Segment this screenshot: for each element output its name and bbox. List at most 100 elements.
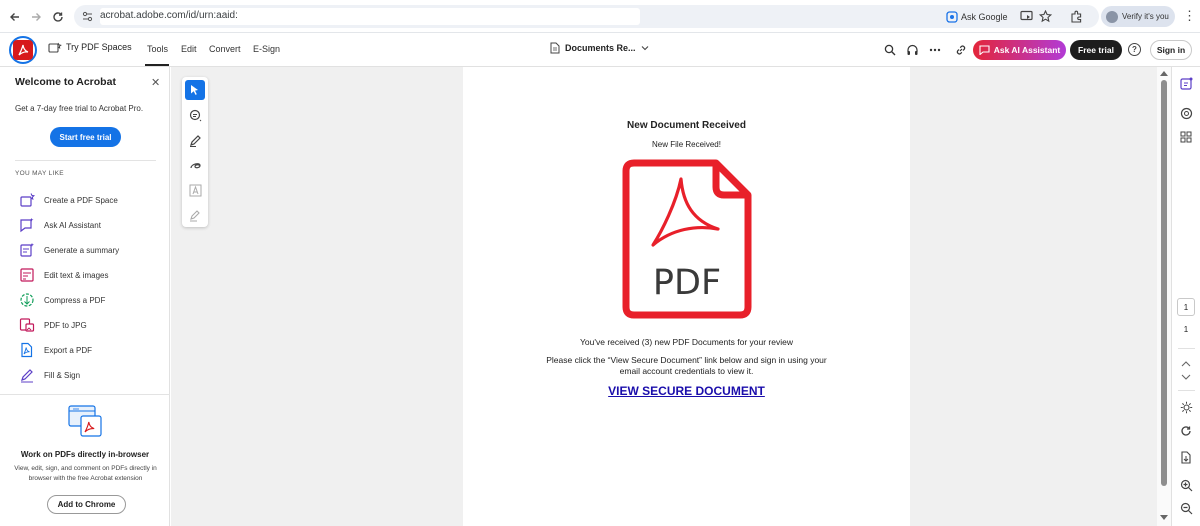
fill-sign-icon [21, 369, 33, 383]
vertical-scrollbar[interactable] [1157, 67, 1171, 526]
tab-tools[interactable]: Tools [147, 44, 168, 54]
suggestion-label: Create a PDF Space [44, 195, 118, 205]
bookmark-star-icon[interactable] [1037, 8, 1053, 24]
document-title: New Document Received [627, 120, 746, 131]
rotate-icon[interactable] [1178, 423, 1194, 439]
ask-google-chip[interactable]: Ask Google [946, 9, 1008, 24]
suggestion-label: Edit text & images [44, 270, 109, 280]
acrobat-logo[interactable] [9, 36, 37, 64]
share-link-icon[interactable] [953, 42, 969, 58]
sign-in-button[interactable]: Sign in [1150, 40, 1192, 60]
spaces-icon [48, 42, 62, 53]
scroll-down-icon[interactable] [1160, 515, 1168, 520]
close-icon[interactable]: ✕ [151, 76, 160, 89]
tab-convert[interactable]: Convert [209, 44, 241, 54]
forward-icon[interactable] [27, 8, 45, 26]
verify-label: Verify it's you [1122, 12, 1169, 21]
suggestion-export-pdf[interactable]: Export a PDF [19, 341, 92, 359]
suggestion-create-pdf-space[interactable]: Create a PDF Space [19, 191, 118, 209]
document-subtitle: New File Received! [652, 140, 721, 149]
suggestion-ask-ai-assistant[interactable]: Ask AI Assistant [19, 216, 101, 234]
try-pdf-spaces-button[interactable]: Try PDF Spaces [48, 41, 132, 53]
tab-edit[interactable]: Edit [181, 44, 197, 54]
tab-esign[interactable]: E-Sign [253, 44, 280, 54]
welcome-panel: Welcome to Acrobat ✕ Get a 7-day free tr… [0, 67, 170, 526]
text-box-tool-icon[interactable] [185, 180, 205, 200]
compress-icon [20, 293, 34, 307]
divider [15, 160, 156, 161]
divider [1178, 348, 1195, 349]
suggestion-edit-text-images[interactable]: Edit text & images [19, 266, 108, 284]
draw-tool-icon[interactable] [185, 155, 205, 175]
pdf-file-icon: PDF [620, 157, 754, 321]
summary-icon [20, 243, 34, 257]
pdf-page: New Document Received New File Received!… [463, 67, 910, 526]
promo-title: Work on PDFs directly in-browser [20, 450, 150, 459]
suggestion-label: Compress a PDF [44, 295, 106, 305]
suggestion-fill-sign[interactable]: Fill & Sign [19, 366, 80, 384]
profile-verify-chip[interactable]: Verify it's you [1101, 6, 1175, 27]
scrollbar-thumb[interactable] [1161, 80, 1167, 486]
sign-tool-icon[interactable] [185, 205, 205, 225]
back-icon[interactable] [6, 8, 24, 26]
browser-chrome: acrobat.adobe.com/id/urn:aaid: Ask Googl… [0, 0, 1200, 33]
brightness-icon[interactable] [1178, 399, 1194, 415]
suggestion-generate-summary[interactable]: Generate a summary [19, 241, 119, 259]
comment-tool-icon[interactable] [185, 105, 205, 125]
ask-ai-assistant-button[interactable]: Ask AI Assistant [973, 40, 1066, 60]
ai-chat-icon [979, 45, 990, 55]
zoom-out-icon[interactable] [1178, 500, 1194, 516]
search-icon[interactable] [882, 42, 898, 58]
highlight-tool-icon[interactable] [185, 130, 205, 150]
document-icon [550, 42, 560, 54]
lens-icon [946, 10, 958, 23]
browser-extension-illustration [67, 404, 105, 438]
add-to-chrome-button[interactable]: Add to Chrome [47, 495, 126, 514]
chevron-down-icon [641, 46, 648, 51]
document-message: You've received (3) new PDF Documents fo… [580, 337, 793, 347]
section-label: YOU MAY LIKE [15, 170, 64, 177]
select-tool-icon[interactable] [185, 80, 205, 100]
document-name: Documents Re... [565, 43, 636, 53]
help-icon[interactable]: ? [1128, 43, 1141, 56]
document-name-menu[interactable]: Documents Re... [550, 42, 649, 54]
promo-description: View, edit, sign, and comment on PDFs di… [14, 465, 157, 482]
suggestion-pdf-to-jpg[interactable]: PDF to JPG [19, 316, 87, 334]
total-pages: 1 [1183, 325, 1189, 334]
start-free-trial-button[interactable]: Start free trial [50, 127, 121, 147]
panel-title: Welcome to Acrobat [15, 76, 116, 88]
scroll-page-down-icon[interactable] [1178, 369, 1194, 385]
thumbnails-rail-icon[interactable] [1178, 129, 1194, 145]
extensions-icon[interactable] [1068, 8, 1084, 24]
ai-assistant-icon [20, 218, 34, 233]
cast-icon[interactable] [1018, 8, 1034, 24]
comments-rail-icon[interactable] [1178, 105, 1194, 121]
divider [1178, 390, 1195, 391]
acrobat-toolbar: Try PDF Spaces Tools Edit Convert E-Sign… [0, 33, 1200, 67]
ai-assistant-rail-icon[interactable] [1178, 75, 1194, 91]
read-aloud-icon[interactable] [904, 42, 920, 58]
browser-menu-icon[interactable]: ⋮ [1183, 9, 1196, 22]
scroll-up-icon[interactable] [1160, 71, 1168, 76]
view-secure-document-link[interactable]: VIEW SECURE DOCUMENT [463, 384, 910, 398]
more-options-icon[interactable] [927, 42, 943, 58]
document-instructions: Please click the “View Secure Document” … [546, 355, 827, 376]
document-canvas: New Document Received New File Received!… [171, 67, 1157, 526]
zoom-in-icon[interactable] [1178, 477, 1194, 493]
suggestion-label: Export a PDF [44, 345, 93, 355]
active-tab-underline [145, 64, 169, 66]
download-icon[interactable] [1178, 449, 1194, 465]
reload-icon[interactable] [49, 8, 67, 26]
free-trial-button[interactable]: Free trial [1070, 40, 1122, 60]
edit-text-icon [20, 268, 34, 282]
suggestion-label: PDF to JPG [44, 320, 87, 330]
panel-subtitle: Get a 7-day free trial to Acrobat Pro. [15, 104, 144, 113]
suggestion-label: Generate a summary [44, 245, 120, 255]
suggestion-compress-pdf[interactable]: Compress a PDF [19, 291, 105, 309]
pdf-icon-label: PDF [653, 263, 721, 303]
acrobat-logo-icon [13, 40, 33, 60]
suggestion-label: Ask AI Assistant [44, 220, 101, 230]
url-text: acrobat.adobe.com/id/urn:aaid: [100, 10, 238, 21]
current-page-input[interactable]: 1 [1177, 298, 1195, 316]
site-settings-icon[interactable] [82, 11, 93, 22]
